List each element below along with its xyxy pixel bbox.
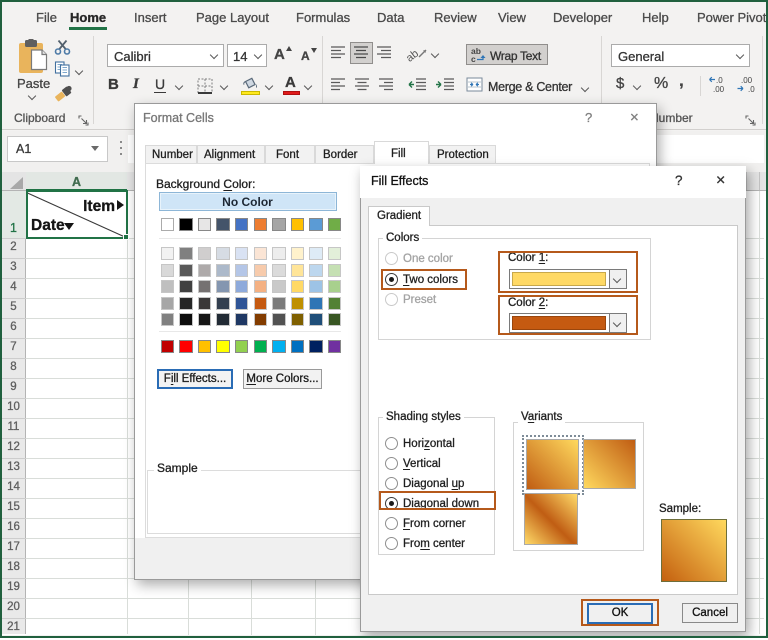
svg-text:.0: .0 [716, 76, 723, 85]
svg-text:.0: .0 [748, 85, 755, 94]
svg-text:.00: .00 [713, 85, 725, 94]
svg-text:.00: .00 [741, 76, 753, 85]
svg-text:ab: ab [407, 48, 421, 63]
svg-text:c: c [471, 54, 476, 64]
